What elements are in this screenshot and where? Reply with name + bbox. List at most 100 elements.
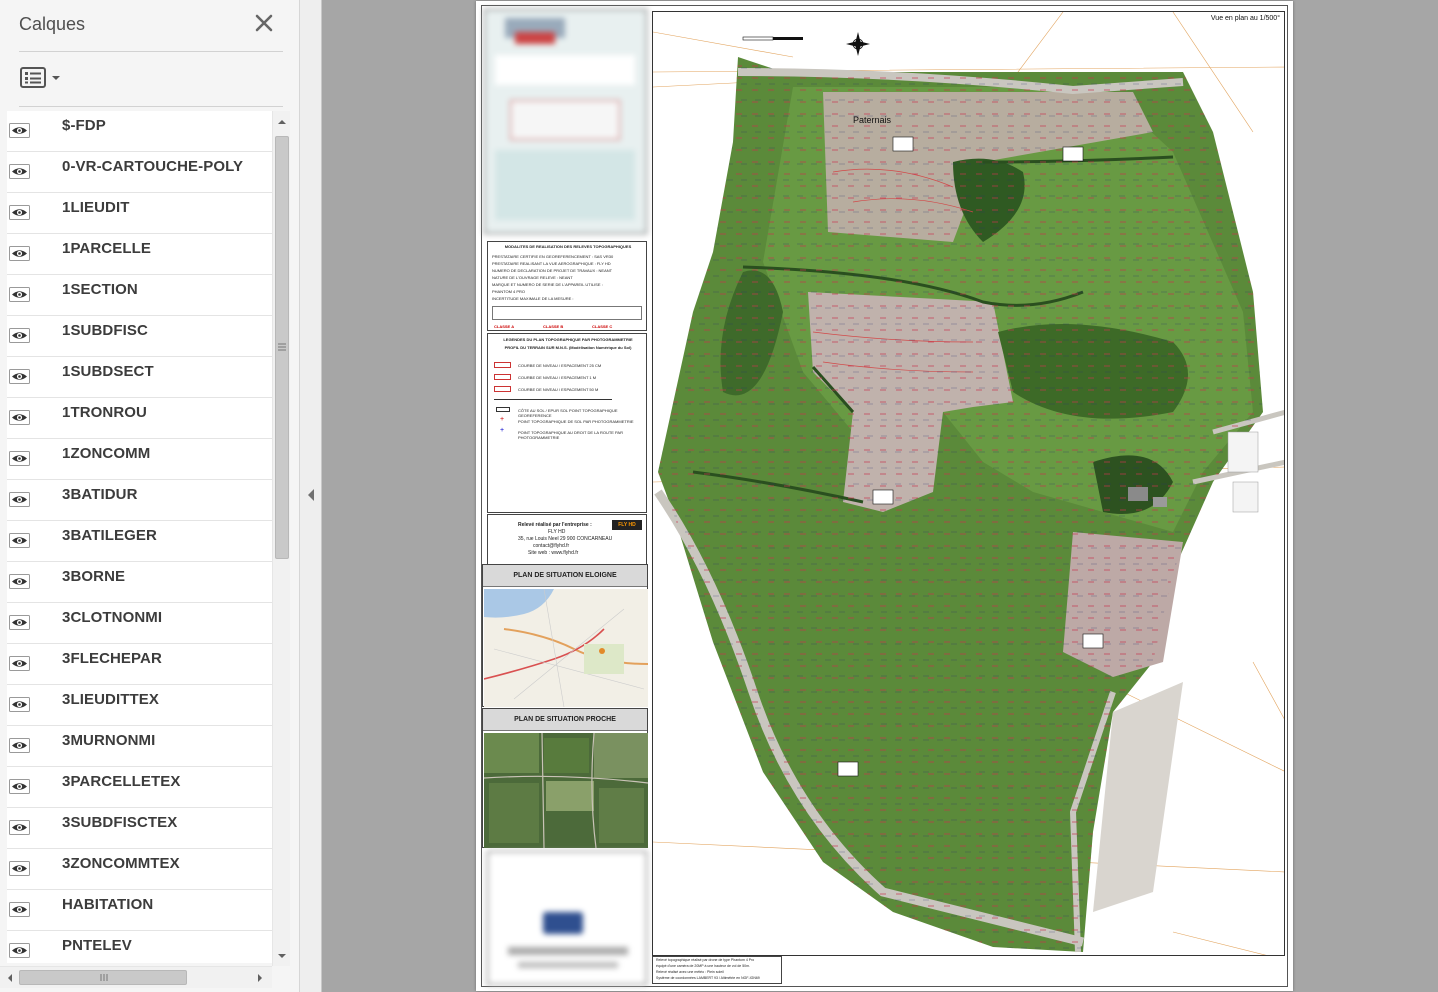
layer-label: 3BATILEGER [62, 527, 157, 544]
layer-label: 3SUBDFISCTEX [62, 814, 178, 831]
modalities-line: PRESTATAIRE CERTIFIE EN GEOREFERENCEMENT… [492, 254, 614, 259]
legend-item: COURBE DE NIVEAU / ESPACEMENT 1 M [518, 375, 597, 380]
grip-icon [278, 343, 286, 351]
layer-row[interactable]: 1TRONROU [7, 398, 272, 439]
scroll-right-button[interactable] [253, 971, 267, 985]
scroll-up-button[interactable] [273, 114, 291, 131]
layer-row[interactable]: 3ZONCOMMTEX [7, 849, 272, 890]
eye-visibility-icon[interactable] [9, 943, 30, 958]
eye-visibility-icon[interactable] [9, 369, 30, 384]
eye-visibility-icon[interactable] [9, 697, 30, 712]
eye-visibility-icon[interactable] [9, 779, 30, 794]
layer-label: 1ZONCOMM [62, 445, 151, 462]
layer-label: 1LIEUDIT [62, 199, 130, 216]
layer-row[interactable]: 3FLECHEPAR [7, 644, 272, 685]
modalities-title: MODALITES DE REALISATION DES RELEVES TOP… [504, 244, 632, 249]
scroll-down-button[interactable] [273, 947, 291, 964]
eye-visibility-icon[interactable] [9, 451, 30, 466]
divider [19, 51, 283, 52]
layer-row[interactable]: 3BATILEGER [7, 521, 272, 562]
footer-line: équipé d'une caméra de 20MP à une hauteu… [656, 964, 751, 968]
eye-visibility-icon[interactable] [9, 246, 30, 261]
modalities-line: MARQUE ET NUMERO DE SERIE DE L'APPAREIL … [492, 282, 603, 287]
situation-near-block: PLAN DE SITUATION PROCHE [482, 708, 648, 848]
eye-visibility-icon[interactable] [9, 820, 30, 835]
layer-label: 3MURNONMI [62, 732, 156, 749]
layer-label: 1SUBDSECT [62, 363, 154, 380]
eye-visibility-icon[interactable] [9, 205, 30, 220]
modalities-table [492, 306, 642, 320]
eye-visibility-icon[interactable] [9, 410, 30, 425]
layer-row[interactable]: 1SUBDFISC [7, 316, 272, 357]
situation-far-title: PLAN DE SITUATION ELOIGNE [483, 565, 647, 587]
layer-label: 3FLECHEPAR [62, 650, 162, 667]
layer-label: 1PARCELLE [62, 240, 151, 257]
eye-visibility-icon[interactable] [9, 287, 30, 302]
class-a-label: CLASSE A [494, 324, 515, 329]
footer-line: Relevé topographique réalisé par drone d… [656, 958, 755, 962]
layer-row[interactable]: PNTELEV [7, 931, 272, 963]
close-panel-button[interactable] [252, 11, 276, 35]
horizontal-scrollbar[interactable] [0, 966, 272, 988]
modalities-line: PHANTOM 4 PRO [492, 289, 526, 294]
page-frame: MODALITES DE REALISATION DES RELEVES TOP… [481, 5, 1288, 987]
legend-item: COURBE DE NIVEAU / ESPACEMENT 50 M [518, 387, 599, 392]
close-icon [255, 14, 273, 32]
vertical-scrollbar[interactable] [272, 111, 290, 966]
layer-row[interactable]: 3BORNE [7, 562, 272, 603]
situation-near-title: PLAN DE SITUATION PROCHE [483, 709, 647, 731]
layers-panel: Calques $-FDP 0-VR-CARTOUCHE-POLY 1LIEUDIT… [0, 0, 300, 992]
eye-visibility-icon[interactable] [9, 861, 30, 876]
layer-row[interactable]: 3BATIDUR [7, 480, 272, 521]
scroll-left-button[interactable] [3, 971, 17, 985]
chevron-left-icon [308, 489, 314, 501]
layer-row[interactable]: 3PARCELLETEX [7, 767, 272, 808]
eye-visibility-icon[interactable] [9, 615, 30, 630]
vertical-scroll-thumb[interactable] [275, 136, 289, 559]
collapse-panel-handle[interactable] [300, 0, 322, 992]
layer-row[interactable]: 3MURNONMI [7, 726, 272, 767]
document-page: MODALITES DE REALISATION DES RELEVES TOP… [476, 1, 1293, 991]
legend-subtitle: PROFIL DU TERRAIN SUR M.N.S. (Modélisati… [504, 345, 632, 350]
eye-visibility-icon[interactable] [9, 533, 30, 548]
layer-row[interactable]: 0-VR-CARTOUCHE-POLY [7, 152, 272, 193]
horizontal-scroll-thumb[interactable] [19, 970, 187, 985]
map-footer-notes: Relevé topographique réalisé par drone d… [652, 956, 782, 984]
situation-near-aerial [484, 733, 648, 848]
layer-row[interactable]: 3SUBDFISCTEX [7, 808, 272, 849]
title-block [484, 9, 647, 234]
layer-row[interactable]: 1LIEUDIT [7, 193, 272, 234]
topographic-map: Vue en plan au 1/500° Paternais [652, 11, 1285, 956]
eye-visibility-icon[interactable] [9, 656, 30, 671]
eye-visibility-icon[interactable] [9, 123, 30, 138]
orthophoto-map [653, 12, 1284, 955]
modalities-line: INCERTITUDE MAXIMALE DE LA MESURE : [492, 296, 574, 301]
layer-row[interactable]: 3CLOTNONMI [7, 603, 272, 644]
layer-row[interactable]: 3LIEUDITTEX [7, 685, 272, 726]
layer-row[interactable]: 1ZONCOMM [7, 439, 272, 480]
layer-label: 3CLOTNONMI [62, 609, 163, 626]
eye-visibility-icon[interactable] [9, 328, 30, 343]
situation-far-block: PLAN DE SITUATION ELOIGNE [482, 564, 648, 707]
divider [19, 106, 283, 107]
layer-row[interactable]: HABITATION [7, 890, 272, 931]
eye-visibility-icon[interactable] [9, 574, 30, 589]
arrow-up-icon [278, 120, 286, 124]
layer-row[interactable]: 1SUBDSECT [7, 357, 272, 398]
layer-options-button[interactable] [19, 66, 63, 90]
company-logo: FLY HD [612, 520, 642, 530]
layer-label: 3BORNE [62, 568, 126, 585]
eye-visibility-icon[interactable] [9, 492, 30, 507]
layer-row[interactable]: 1PARCELLE [7, 234, 272, 275]
eye-visibility-icon[interactable] [9, 738, 30, 753]
layer-row[interactable]: 1SECTION [7, 275, 272, 316]
layer-list: $-FDP 0-VR-CARTOUCHE-POLY 1LIEUDIT 1PARCELL… [7, 111, 272, 963]
company-address: 35, rue Louis Neel 29 900 CONCARNEAU [518, 536, 613, 542]
bottom-logo-block [487, 851, 647, 985]
layer-row[interactable]: $-FDP [7, 111, 272, 152]
layer-label: 1SECTION [62, 281, 138, 298]
class-b-label: CLASSE B [543, 324, 564, 329]
eye-visibility-icon[interactable] [9, 902, 30, 917]
eye-visibility-icon[interactable] [9, 164, 30, 179]
legend-title: LEGENDES DU PLAN TOPOGRAPHIQUE PAR PHOTO… [503, 337, 633, 342]
